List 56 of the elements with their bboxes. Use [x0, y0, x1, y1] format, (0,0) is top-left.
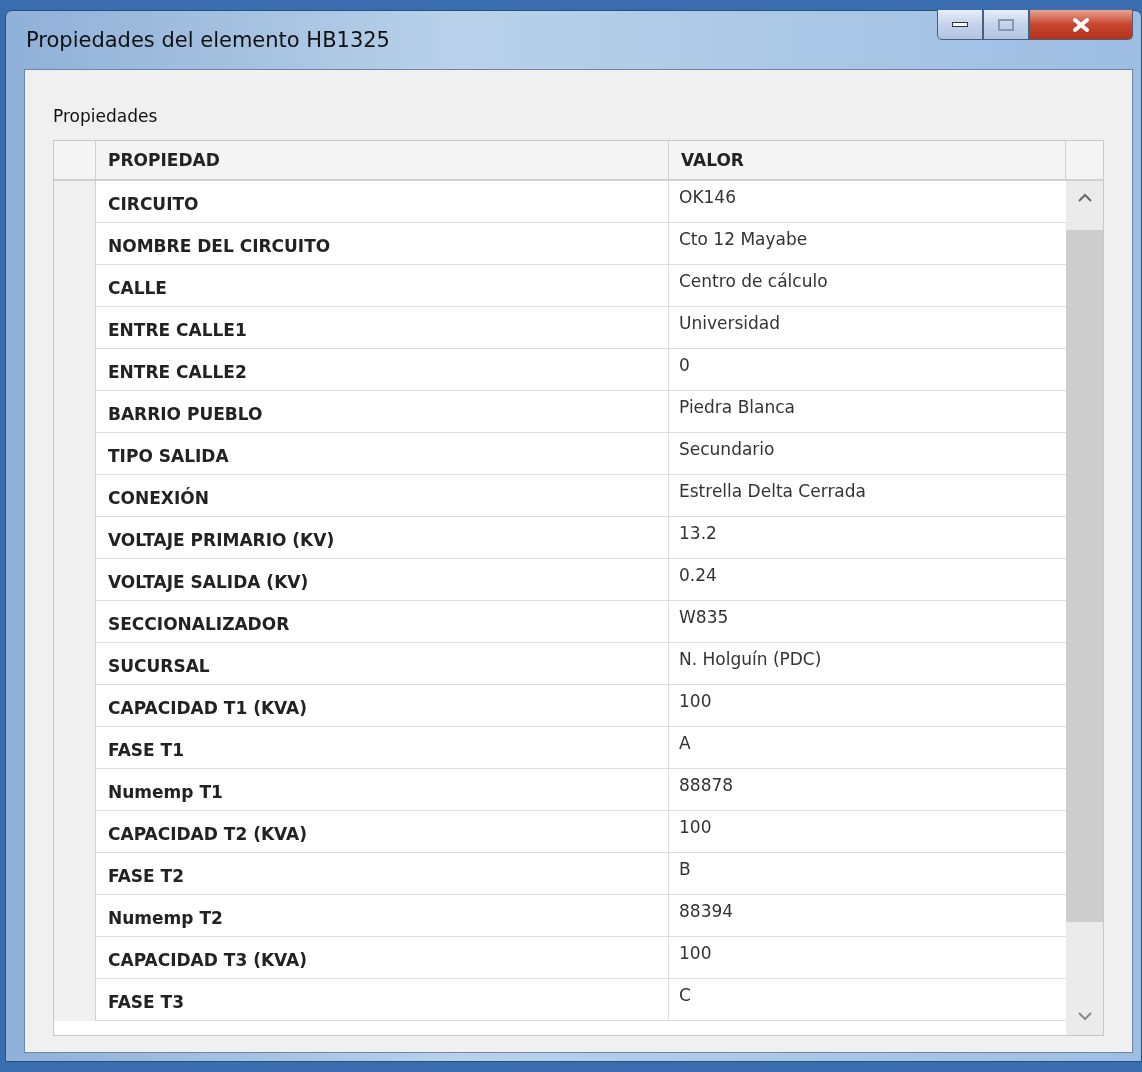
property-value: Secundario [669, 433, 1066, 475]
group-label: Propiedades [53, 106, 159, 126]
column-header[interactable]: PROPIEDAD [96, 141, 669, 181]
property-value: OK146 [669, 181, 1066, 223]
property-name: CAPACIDAD T3 (KVA) [96, 937, 669, 979]
property-value: 100 [669, 937, 1066, 979]
property-value: B [669, 853, 1066, 895]
property-value: W835 [669, 601, 1066, 643]
property-name: ENTRE CALLE2 [96, 349, 669, 391]
property-value: 13.2 [669, 517, 1066, 559]
property-name: CAPACIDAD T1 (KVA) [96, 685, 669, 727]
property-name: CAPACIDAD T2 (KVA) [96, 811, 669, 853]
row-header[interactable] [54, 181, 96, 223]
close-button[interactable] [1029, 10, 1133, 40]
property-name: VOLTAJE SALIDA (KV) [96, 559, 669, 601]
minimize-button[interactable] [937, 10, 983, 40]
property-value: Estrella Delta Cerrada [669, 475, 1066, 517]
property-name: FASE T2 [96, 853, 669, 895]
property-name: Numemp T2 [96, 895, 669, 937]
property-name: ENTRE CALLE1 [96, 307, 669, 349]
property-value: 0 [669, 349, 1066, 391]
property-value: Centro de cálculo [669, 265, 1066, 307]
maximize-button[interactable] [983, 10, 1029, 40]
property-name: FASE T1 [96, 727, 669, 769]
property-value: 88878 [669, 769, 1066, 811]
property-name: VOLTAJE PRIMARIO (KV) [96, 517, 669, 559]
property-name: BARRIO PUEBLO [96, 391, 669, 433]
row-header[interactable] [54, 979, 96, 1021]
property-name: SECCIONALIZADOR [96, 601, 669, 643]
property-name: CONEXIÓN [96, 475, 669, 517]
scroll-up-icon[interactable] [1078, 193, 1092, 202]
property-value: 88394 [669, 895, 1066, 937]
minimize-icon [952, 21, 968, 28]
property-value: 100 [669, 811, 1066, 853]
property-value: Universidad [669, 307, 1066, 349]
property-name: TIPO SALIDA [96, 433, 669, 475]
property-value: Cto 12 Mayabe [669, 223, 1066, 265]
property-name: SUCURSAL [96, 643, 669, 685]
property-name: CIRCUITO [96, 181, 669, 223]
column-header[interactable]: VALOR [669, 141, 1066, 181]
property-name: FASE T3 [96, 979, 669, 1021]
property-name: NOMBRE DEL CIRCUITO [96, 223, 669, 265]
scrollbar[interactable] [1066, 181, 1103, 1035]
scroll-down-icon[interactable] [1078, 1012, 1092, 1021]
close-icon [1072, 16, 1090, 33]
property-name: Numemp T1 [96, 769, 669, 811]
property-value: N. Holguín (PDC) [669, 643, 1066, 685]
property-value: A [669, 727, 1066, 769]
window-title: Propiedades del elemento HB1325 [26, 28, 390, 52]
scroll-thumb[interactable] [1066, 230, 1103, 922]
property-value: Piedra Blanca [669, 391, 1066, 433]
property-value: 100 [669, 685, 1066, 727]
maximize-icon [998, 18, 1014, 31]
property-value: C [669, 979, 1066, 1021]
property-name: CALLE [96, 265, 669, 307]
property-value: 0.24 [669, 559, 1066, 601]
